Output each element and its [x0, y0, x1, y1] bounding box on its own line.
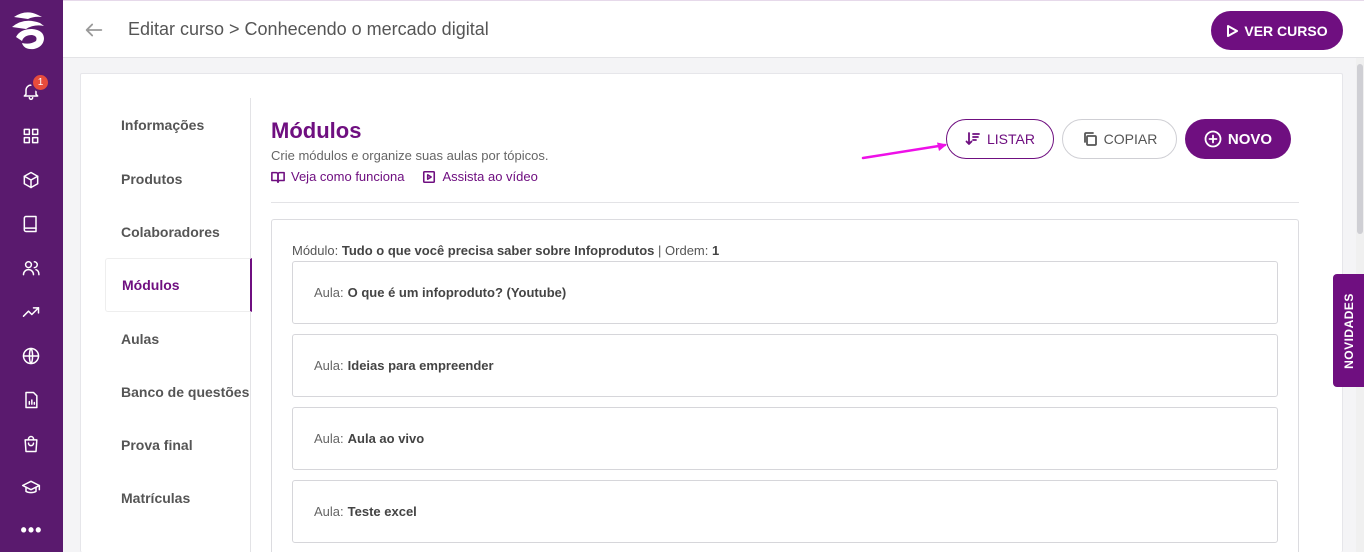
sort-list-icon: [965, 132, 980, 145]
lesson-item[interactable]: Aula: O que é um infoproduto? (Youtube): [292, 261, 1278, 324]
page-subtitle: Crie módulos e organize suas aulas por t…: [271, 148, 549, 163]
app-logo[interactable]: [8, 7, 54, 53]
subnav-item-aulas[interactable]: Aulas: [105, 312, 251, 366]
module-info: Módulo: Tudo o que você precisa saber so…: [292, 243, 719, 258]
veja-como-funciona-label: Veja como funciona: [291, 169, 405, 184]
report-document-icon[interactable]: [19, 388, 43, 412]
shopping-bag-icon[interactable]: [19, 432, 43, 456]
dashboard-grid-icon[interactable]: [19, 124, 43, 148]
graduation-cap-icon[interactable]: [19, 476, 43, 500]
globe-icon[interactable]: [19, 344, 43, 368]
subnav-item-colaboradores[interactable]: Colaboradores: [105, 205, 251, 259]
breadcrumb: Editar curso > Conhecendo o mercado digi…: [128, 19, 489, 39]
module-box: Módulo: Tudo o que você precisa saber so…: [271, 219, 1299, 552]
lesson-title: Ideias para empreender: [347, 358, 494, 373]
lesson-item[interactable]: Aula: Teste excel: [292, 480, 1278, 543]
lesson-prefix: Aula:: [314, 358, 344, 373]
course-subnav: Informações Produtos Colaboradores Módul…: [105, 98, 252, 552]
left-rail: 1 •••: [0, 0, 63, 552]
lesson-title: O que é um infoproduto? (Youtube): [347, 285, 567, 300]
video-play-icon: [423, 170, 436, 183]
lesson-prefix: Aula:: [314, 431, 344, 446]
novo-label: NOVO: [1227, 130, 1273, 148]
trending-up-icon[interactable]: [19, 300, 43, 324]
ver-curso-button[interactable]: VER CURSO: [1211, 11, 1343, 50]
lesson-prefix: Aula:: [314, 504, 344, 519]
open-book-icon: [271, 171, 285, 183]
copy-icon: [1083, 132, 1097, 146]
listar-button[interactable]: LISTAR: [946, 119, 1054, 159]
subnav-item-prova-final[interactable]: Prova final: [105, 418, 251, 472]
assista-ao-video-link[interactable]: Assista ao vídeo: [422, 169, 538, 184]
product-box-icon[interactable]: [19, 168, 43, 192]
scrollbar-thumb[interactable]: [1357, 64, 1363, 234]
lesson-title: Aula ao vivo: [347, 431, 425, 446]
users-icon[interactable]: [19, 256, 43, 280]
novidades-label: NOVIDADES: [1341, 292, 1356, 369]
subnav-item-modulos[interactable]: Módulos: [105, 258, 252, 312]
back-arrow-icon[interactable]: [83, 19, 105, 41]
main-card: Informações Produtos Colaboradores Módul…: [80, 73, 1343, 552]
more-icon[interactable]: •••: [0, 520, 63, 541]
subnav-item-banco-de-questoes[interactable]: Banco de questões: [105, 365, 251, 419]
module-order-prefix: | Ordem:: [658, 243, 709, 258]
annotation-arrow: [861, 142, 947, 160]
subnav-item-produtos[interactable]: Produtos: [105, 152, 251, 206]
copiar-button[interactable]: COPIAR: [1062, 119, 1177, 159]
book-icon[interactable]: [19, 212, 43, 236]
assista-ao-video-label: Assista ao vídeo: [442, 169, 538, 184]
listar-label: LISTAR: [987, 131, 1035, 147]
veja-como-funciona-link[interactable]: Veja como funciona: [271, 169, 404, 184]
module-order: 1: [712, 243, 720, 258]
ver-curso-label: VER CURSO: [1244, 22, 1328, 39]
divider: [271, 202, 1299, 203]
top-header: Editar curso > Conhecendo o mercado digi…: [63, 0, 1364, 58]
subnav-item-informacoes[interactable]: Informações: [105, 98, 251, 152]
help-links: Veja como funciona Assista ao vídeo: [271, 169, 538, 184]
subnav-item-matriculas[interactable]: Matrículas: [105, 471, 251, 525]
lesson-item[interactable]: Aula: Ideias para empreender: [292, 334, 1278, 397]
play-icon: [1227, 24, 1239, 37]
lesson-prefix: Aula:: [314, 285, 344, 300]
lesson-item[interactable]: Aula: Aula ao vivo: [292, 407, 1278, 470]
module-name: Tudo o que você precisa saber sobre Info…: [341, 243, 655, 258]
page-title: Módulos: [271, 118, 362, 143]
lesson-title: Teste excel: [347, 504, 417, 519]
novo-button[interactable]: NOVO: [1185, 119, 1291, 159]
novidades-tab[interactable]: NOVIDADES: [1333, 274, 1364, 387]
module-prefix: Módulo:: [292, 243, 339, 258]
plus-circle-icon: [1204, 130, 1222, 148]
copiar-label: COPIAR: [1103, 131, 1158, 147]
notification-badge: 1: [31, 73, 50, 92]
